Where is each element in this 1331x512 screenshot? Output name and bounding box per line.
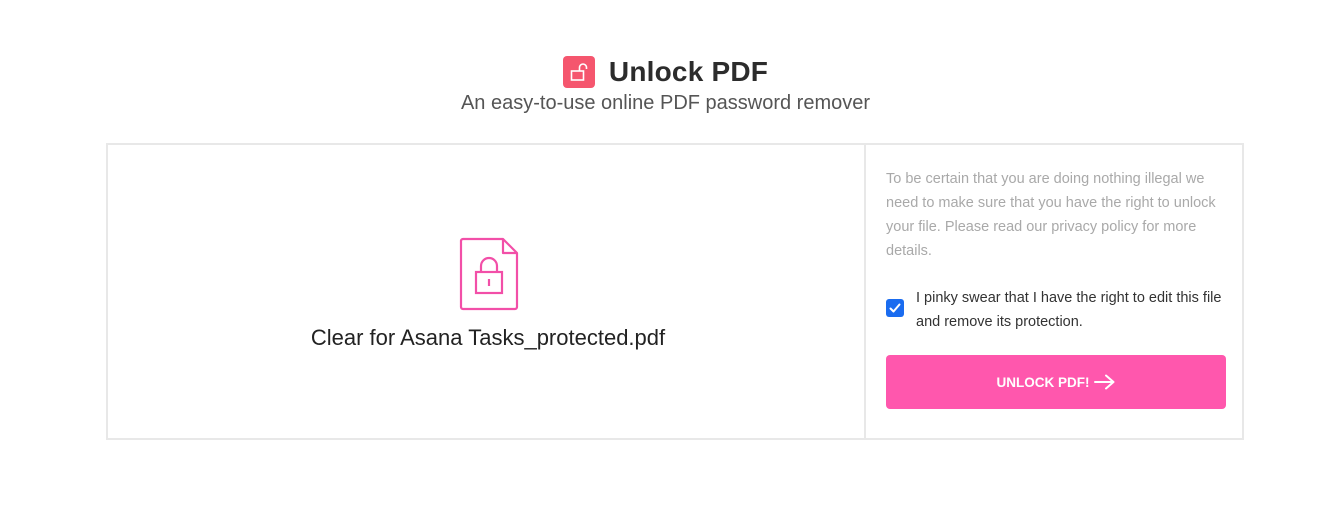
unlock-pdf-button-label: UNLOCK PDF! xyxy=(996,374,1090,390)
unlock-pdf-button[interactable]: UNLOCK PDF! xyxy=(886,355,1226,409)
page-subtitle: An easy-to-use online PDF password remov… xyxy=(460,92,871,114)
checkmark-icon xyxy=(889,303,901,313)
unlock-card: Clear for Asana Tasks_protected.pdf To b… xyxy=(106,143,1244,440)
legal-notice: To be certain that you are doing nothing… xyxy=(886,171,1216,259)
consent-checkbox[interactable] xyxy=(886,299,904,317)
page: Unlock PDF An easy-to-use online PDF pas… xyxy=(0,0,1331,512)
unlocked-padlock-icon xyxy=(562,56,595,88)
consent-label[interactable]: I pinky swear that I have the right to e… xyxy=(916,286,1226,334)
arrow-right-icon xyxy=(1093,374,1114,390)
consent-row[interactable]: I pinky swear that I have the right to e… xyxy=(886,286,1226,334)
page-title: Unlock PDF xyxy=(608,56,769,87)
title-row: Unlock PDF xyxy=(0,54,1331,90)
action-pane: To be certain that you are doing nothing… xyxy=(866,145,1242,438)
file-name: Clear for Asana Tasks_protected.pdf xyxy=(310,325,666,350)
header: Unlock PDF An easy-to-use online PDF pas… xyxy=(0,54,1331,115)
locked-file-icon xyxy=(459,237,519,311)
file-preview-pane: Clear for Asana Tasks_protected.pdf xyxy=(108,145,866,438)
